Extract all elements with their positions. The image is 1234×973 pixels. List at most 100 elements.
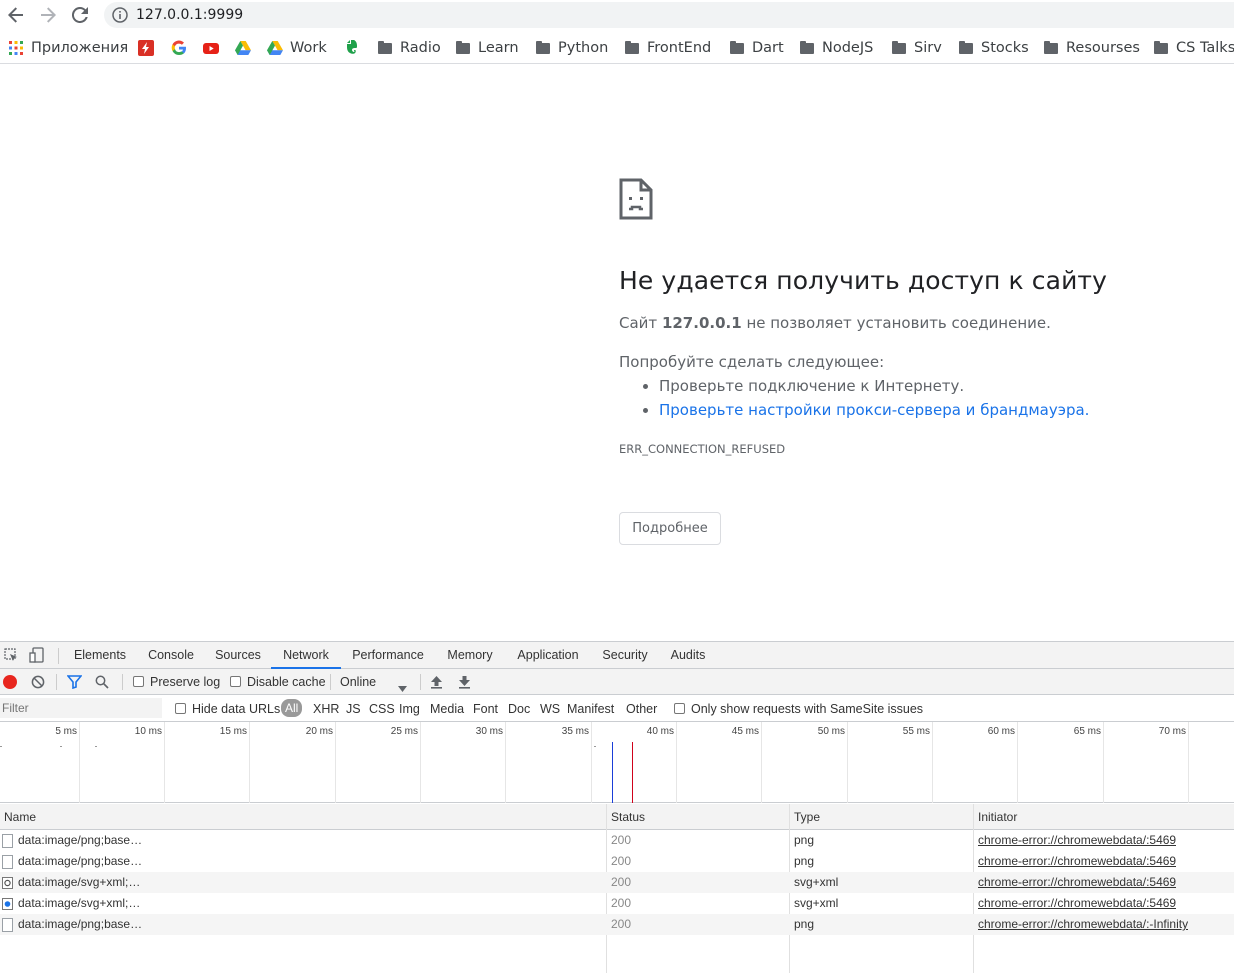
request-type: svg+xml [794,896,839,910]
grid-line [1017,722,1018,803]
column-type[interactable]: Type [790,804,972,830]
forward-button[interactable] [37,4,59,26]
info-icon[interactable] [112,7,128,27]
grid-line [505,722,506,803]
bookmark-label: Learn [478,40,519,56]
tick-label: 40 ms [646,726,674,737]
bookmark-frontend[interactable]: FrontEnd [624,37,711,59]
type-filter-media[interactable]: Media [430,702,464,716]
bookmark-label: FrontEnd [647,40,712,56]
type-filter-all[interactable]: All [281,699,303,717]
proxy-settings-link[interactable]: Проверьте настройки прокси-сервера и бра… [659,401,1089,419]
url-text: 127.0.0.1:9999 [136,7,244,23]
disable-cache-checkbox[interactable] [230,676,241,687]
file-icon [2,834,13,848]
hide-data-urls-checkbox[interactable] [175,703,186,714]
tab-audits[interactable]: Audits [664,642,712,669]
grid-line [164,722,165,803]
import-har-icon[interactable] [430,675,443,694]
network-overview-timeline[interactable]: 5 ms 10 ms 15 ms 20 ms 25 ms 30 ms 35 ms… [0,722,1234,803]
svg-file-icon [2,898,13,913]
bookmark-work[interactable]: Work [267,37,327,59]
tab-performance[interactable]: Performance [346,642,430,669]
tick-label: 50 ms [817,726,845,737]
type-filter-css[interactable]: CSS [369,702,395,716]
column-status[interactable]: Status [607,804,789,830]
type-filter-xhr[interactable]: XHR [313,702,339,716]
bookmark-evernote[interactable] [344,37,367,59]
bookmark-flash[interactable] [138,37,161,59]
tab-memory[interactable]: Memory [440,642,500,669]
table-row[interactable]: data:image/svg+xml;… 200 svg+xml chrome-… [0,872,1234,893]
request-initiator[interactable]: chrome-error://chromewebdata/:5469 [978,830,1176,851]
table-row[interactable]: data:image/png;base… 200 png chrome-erro… [0,914,1234,935]
type-filter-font[interactable]: Font [473,702,498,716]
search-icon[interactable] [95,675,109,694]
network-toolbar: Preserve log Disable cache Online [0,669,1234,695]
request-type: png [794,917,815,931]
folder-icon [799,40,815,56]
record-icon[interactable] [3,675,17,689]
details-button[interactable]: Подробнее [619,512,721,545]
throttling-select[interactable]: Online [340,675,376,689]
back-button[interactable] [5,4,27,26]
type-filter-manifest[interactable]: Manifest [567,702,614,716]
bookmark-google[interactable] [171,37,194,59]
bookmark-learn[interactable]: Learn [455,37,519,59]
type-filter-ws[interactable]: WS [540,702,560,716]
suggestion-proxy-firewall[interactable]: Проверьте настройки прокси-сервера и бра… [659,401,1089,419]
divider [58,648,59,664]
bookmark-stocks[interactable]: Stocks [958,37,1029,59]
tab-console[interactable]: Console [140,642,202,669]
request-name: data:image/png;base… [18,917,143,931]
filter-input[interactable] [0,698,162,718]
tab-application[interactable]: Application [509,642,587,669]
tick-label: 25 ms [390,726,418,737]
request-status: 200 [611,875,632,889]
type-filter-js[interactable]: JS [346,702,361,716]
tab-elements[interactable]: Elements [66,642,134,669]
bookmark-nodejs[interactable]: NodeJS [799,37,873,59]
reload-button[interactable] [69,4,91,26]
bookmark-sirv[interactable]: Sirv [891,37,942,59]
address-bar[interactable]: 127.0.0.1:9999 [104,2,1234,28]
table-row[interactable]: data:image/svg+xml;… 200 svg+xml chrome-… [0,893,1234,914]
grid-line [761,722,762,803]
bookmark-youtube[interactable] [203,37,226,59]
request-initiator[interactable]: chrome-error://chromewebdata/:5469 [978,872,1176,893]
request-initiator[interactable]: chrome-error://chromewebdata/:-Infinity [978,914,1188,935]
export-har-icon[interactable] [458,675,471,694]
clear-icon[interactable] [31,675,45,694]
tick-label: 5 ms [55,726,77,737]
request-initiator[interactable]: chrome-error://chromewebdata/:5469 [978,893,1176,914]
divider [420,674,421,690]
bookmark-cs-talks[interactable]: CS Talks [1153,37,1234,59]
column-initiator[interactable]: Initiator [974,804,1234,830]
device-toolbar-icon[interactable] [29,647,45,668]
type-filter-img[interactable]: Img [399,702,420,716]
bookmark-dart[interactable]: Dart [729,37,784,59]
bookmark-drive[interactable] [235,37,258,59]
evernote-icon [344,40,360,56]
tab-sources[interactable]: Sources [208,642,268,669]
folder-icon [624,40,640,56]
preserve-log-checkbox[interactable] [133,676,144,687]
table-row[interactable]: data:image/png;base… 200 png chrome-erro… [0,830,1234,851]
bookmark-apps[interactable]: Приложения [8,37,128,59]
inspect-element-icon[interactable] [4,648,18,667]
grid-line [1103,722,1104,803]
bookmark-radio[interactable]: Radio [377,37,441,59]
samesite-label: Only show requests with SameSite issues [691,702,924,716]
samesite-checkbox[interactable] [674,703,685,714]
request-initiator[interactable]: chrome-error://chromewebdata/:5469 [978,851,1176,872]
column-name[interactable]: Name [0,804,606,830]
type-filter-doc[interactable]: Doc [508,702,530,716]
bookmark-resourses[interactable]: Resourses [1043,37,1140,59]
bookmark-python[interactable]: Python [535,37,608,59]
type-filter-other[interactable]: Other [626,702,657,716]
table-row[interactable]: data:image/png;base… 200 png chrome-erro… [0,851,1234,872]
tab-network[interactable]: Network [271,642,341,669]
tab-security[interactable]: Security [595,642,655,669]
filter-icon[interactable] [66,675,83,694]
arrow-left-icon [8,7,23,23]
